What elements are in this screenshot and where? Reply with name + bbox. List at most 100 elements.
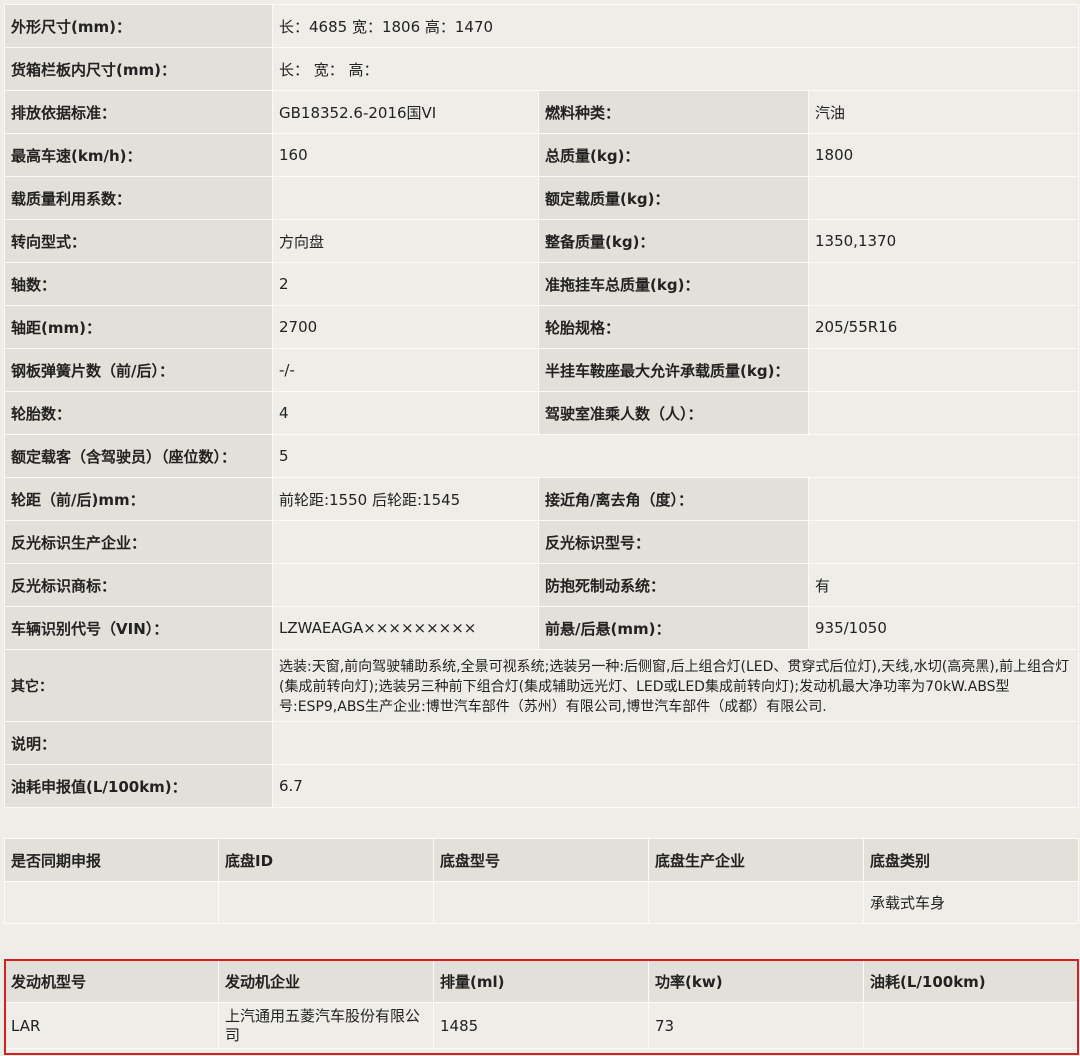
engine-cell: 73 [648,1002,864,1049]
spec-label: 总质量(kg)： [538,133,809,177]
spec-label: 车辆识别代号（VIN）： [4,606,273,650]
spec-value [808,520,1079,564]
chassis-cell [4,881,219,924]
spec-value [272,520,539,564]
spec-row: 反光标识生产企业： 反光标识型号： [4,520,1079,564]
chassis-cell [433,881,649,924]
spec-value: 选装:天窗,前向驾驶辅助系统,全景可视系统;选装另一种:后侧窗,后上组合灯(LE… [272,649,1079,722]
spec-row: 反光标识商标： 防抱死制动系统：有 [4,563,1079,607]
spec-value: 1350,1370 [808,219,1079,263]
spec-value: 有 [808,563,1079,607]
spec-label: 转向型式： [4,219,273,263]
spec-value: 2700 [272,305,539,349]
spec-value: 方向盘 [272,219,539,263]
spec-label: 准拖挂车总质量(kg)： [538,262,809,306]
spec-label: 额定载质量(kg)： [538,176,809,220]
chassis-cell [218,881,434,924]
spec-row: 油耗申报值(L/100km)： 6.7 [4,764,1079,808]
chassis-header-row: 是否同期申报 底盘ID 底盘型号 底盘生产企业 底盘类别 [4,838,1079,882]
spec-value [272,721,1079,765]
spec-value: -/- [272,348,539,392]
chassis-table: 是否同期申报 底盘ID 底盘型号 底盘生产企业 底盘类别 承载式车身 [4,838,1079,924]
spec-label: 额定载客（含驾驶员）（座位数）： [4,434,273,478]
spec-label: 轴数： [4,262,273,306]
spec-value: 2 [272,262,539,306]
spec-label: 其它： [4,649,273,722]
spec-value: 160 [272,133,539,177]
chassis-header-cell: 底盘类别 [863,838,1079,882]
spec-label: 反光标识商标： [4,563,273,607]
spec-label: 油耗申报值(L/100km)： [4,764,273,808]
spec-label: 外形尺寸(mm)： [4,4,273,48]
spec-value [808,262,1079,306]
spec-value: 935/1050 [808,606,1079,650]
chassis-cell: 承载式车身 [863,881,1079,924]
engine-data-row: LAR 上汽通用五菱汽车股份有限公司 1485 73 [4,1002,1079,1049]
spec-row: 轴数： 2 准拖挂车总质量(kg)： [4,262,1079,306]
engine-cell: 1485 [433,1002,649,1049]
spec-label: 钢板弹簧片数（前/后）： [4,348,273,392]
spec-value: 长：4685 宽：1806 高：1470 [272,4,1079,48]
vehicle-spec-table: 外形尺寸(mm)： 长：4685 宽：1806 高：1470 货箱栏板内尺寸(mm)… [4,4,1079,808]
spec-row: 轴距(mm)： 2700 轮胎规格： 205/55R16 [4,305,1079,349]
chassis-header-cell: 底盘型号 [433,838,649,882]
spec-row: 钢板弹簧片数（前/后）： -/- 半挂车鞍座最大允许承载质量(kg)： [4,348,1079,392]
spec-label: 轮距（前/后)mm： [4,477,273,521]
spec-label: 防抱死制动系统： [538,563,809,607]
spec-value [272,176,539,220]
spec-label: 反光标识型号： [538,520,809,564]
spec-row: 载质量利用系数： 额定载质量(kg)： [4,176,1079,220]
spec-row: 说明： [4,721,1079,765]
engine-header-cell: 油耗(L/100km) [863,959,1079,1003]
spec-row: 其它： 选装:天窗,前向驾驶辅助系统,全景可视系统;选装另一种:后侧窗,后上组合灯… [4,649,1079,722]
engine-header-cell: 功率(kw) [648,959,864,1003]
spec-row: 最高车速(km/h)： 160 总质量(kg)： 1800 [4,133,1079,177]
spec-row: 额定载客（含驾驶员）（座位数）： 5 [4,434,1079,478]
spec-row: 转向型式： 方向盘 整备质量(kg)： 1350,1370 [4,219,1079,263]
spec-value: 汽油 [808,90,1079,134]
chassis-header-cell: 底盘生产企业 [648,838,864,882]
chassis-cell [648,881,864,924]
spec-value [808,391,1079,435]
spec-value: 205/55R16 [808,305,1079,349]
spec-value [808,176,1079,220]
spec-row: 轮距（前/后)mm： 前轮距:1550 后轮距:1545 接近角/离去角（度）： [4,477,1079,521]
spec-label: 载质量利用系数： [4,176,273,220]
spec-value: GB18352.6-2016国VI [272,90,539,134]
spec-value: 6.7 [272,764,1079,808]
spec-value: 1800 [808,133,1079,177]
spec-value: 前轮距:1550 后轮距:1545 [272,477,539,521]
engine-header-cell: 发动机型号 [4,959,219,1003]
chassis-data-row: 承载式车身 [4,881,1079,924]
engine-cell [863,1002,1079,1049]
engine-header-cell: 发动机企业 [218,959,434,1003]
engine-header-cell: 排量(ml) [433,959,649,1003]
chassis-header-cell: 是否同期申报 [4,838,219,882]
spec-value: 5 [272,434,1079,478]
spec-label: 货箱栏板内尺寸(mm)： [4,47,273,91]
spec-label: 轮胎规格： [538,305,809,349]
spec-value [808,348,1079,392]
engine-header-row: 发动机型号 发动机企业 排量(ml) 功率(kw) 油耗(L/100km) [4,959,1079,1003]
spec-row: 货箱栏板内尺寸(mm)： 长： 宽： 高： [4,47,1079,91]
spec-label: 接近角/离去角（度）： [538,477,809,521]
spec-value: LZWAEAGA××××××××× [272,606,539,650]
spec-value: 长： 宽： 高： [272,47,1079,91]
engine-table: 发动机型号 发动机企业 排量(ml) 功率(kw) 油耗(L/100km) LA… [4,959,1079,1049]
spec-label: 前悬/后悬(mm)： [538,606,809,650]
spec-label: 整备质量(kg)： [538,219,809,263]
spec-label: 燃料种类： [538,90,809,134]
spec-label: 排放依据标准： [4,90,273,134]
spec-row: 排放依据标准： GB18352.6-2016国VI 燃料种类： 汽油 [4,90,1079,134]
spec-label: 驾驶室准乘人数（人）： [538,391,809,435]
spec-label: 反光标识生产企业： [4,520,273,564]
engine-cell: LAR [4,1002,219,1049]
chassis-header-cell: 底盘ID [218,838,434,882]
spec-value [808,477,1079,521]
spec-row: 车辆识别代号（VIN）： LZWAEAGA××××××××× 前悬/后悬(mm)： 9… [4,606,1079,650]
spec-label: 最高车速(km/h)： [4,133,273,177]
spec-label: 轴距(mm)： [4,305,273,349]
spec-label: 说明： [4,721,273,765]
spec-value [272,563,539,607]
spec-value: 4 [272,391,539,435]
